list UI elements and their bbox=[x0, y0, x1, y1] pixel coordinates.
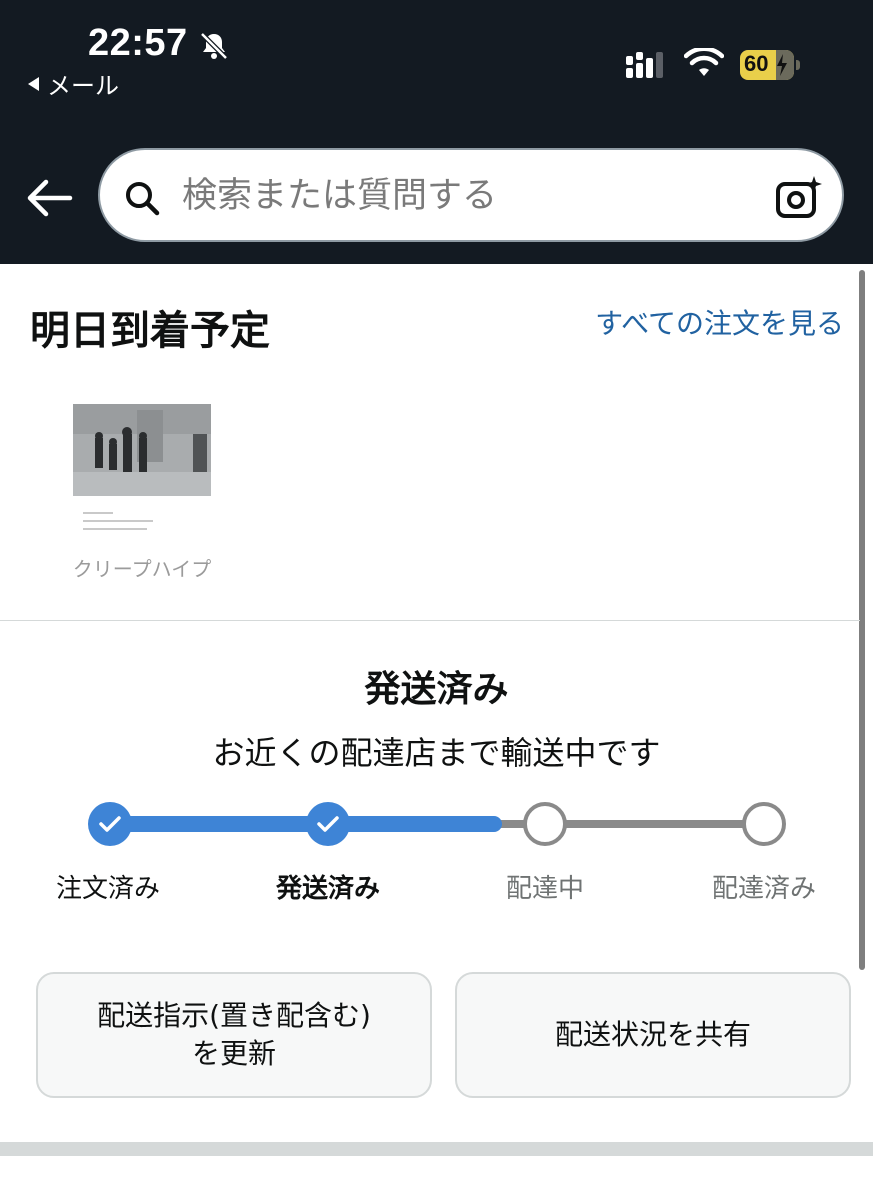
signal-icon bbox=[626, 52, 663, 78]
step-label-out-for-delivery: 配達中 bbox=[505, 874, 584, 904]
check-icon bbox=[317, 816, 339, 832]
back-triangle-icon bbox=[28, 76, 39, 91]
step-label-delivered: 配達済み bbox=[711, 874, 816, 904]
bottom-separator bbox=[0, 1142, 873, 1156]
share-delivery-status-button[interactable]: 配送状況を共有 bbox=[455, 972, 851, 1098]
bell-off-icon bbox=[200, 32, 228, 60]
shipping-status-title: 発送済み bbox=[364, 669, 509, 710]
back-arrow-icon[interactable] bbox=[24, 176, 74, 220]
app-header: 22:57 メール 60 bbox=[0, 0, 873, 264]
check-icon bbox=[99, 816, 121, 832]
product-image[interactable]: クリープハイプ bbox=[73, 404, 211, 588]
step-node-ordered bbox=[88, 802, 132, 846]
battery-level: 60 bbox=[744, 51, 769, 76]
back-to-app[interactable]: メール bbox=[28, 66, 119, 101]
step-node-shipped bbox=[306, 802, 350, 846]
back-app-label: メール bbox=[47, 72, 119, 100]
camera-sparkle-icon[interactable] bbox=[774, 174, 824, 222]
status-time: 22:57 bbox=[88, 22, 188, 64]
product-image-text: クリープハイプ bbox=[73, 557, 211, 581]
search-bar[interactable] bbox=[98, 148, 844, 242]
all-orders-link[interactable]: すべての注文を見る bbox=[580, 304, 844, 344]
step-label-ordered: 注文済み bbox=[55, 874, 160, 904]
delivery-heading: 明日到着予定 bbox=[30, 308, 270, 354]
progress-track-fill bbox=[108, 816, 502, 832]
share-status-label: 配送状況を共有 bbox=[554, 1018, 751, 1051]
step-node-delivered bbox=[742, 802, 786, 846]
wifi-icon bbox=[684, 48, 724, 76]
shipping-status-subtitle: お近くの配達店まで輸送中です bbox=[212, 734, 661, 772]
search-input[interactable] bbox=[182, 170, 742, 222]
step-label-shipped: 発送済み bbox=[275, 874, 380, 904]
update-instructions-label-line2: を更新 bbox=[191, 1037, 276, 1070]
search-icon bbox=[126, 182, 160, 216]
update-instructions-label-line1: 配送指示(置き配含む) bbox=[97, 999, 371, 1032]
step-node-out-for-delivery bbox=[523, 802, 567, 846]
update-delivery-instructions-button[interactable]: 配送指示(置き配含む) を更新 bbox=[36, 972, 432, 1098]
battery-charging-icon: 60 bbox=[740, 50, 800, 80]
section-divider bbox=[0, 620, 860, 621]
